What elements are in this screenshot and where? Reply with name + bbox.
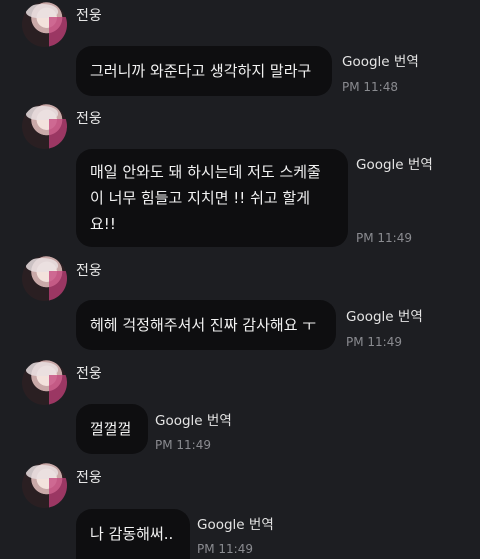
sender-name: 전웅 bbox=[76, 366, 102, 382]
avatar[interactable] bbox=[22, 360, 67, 405]
google-translate-link[interactable]: Google 번역 bbox=[197, 513, 274, 533]
message-bubble[interactable]: 헤헤 걱정해주셔서 진짜 감사해요 ㅜ bbox=[76, 300, 336, 350]
message-bubble[interactable]: 나 감동해써.. bbox=[76, 509, 190, 559]
avatar[interactable] bbox=[22, 256, 67, 301]
message-time: PM 11:49 bbox=[155, 438, 211, 452]
google-translate-link[interactable]: Google 번역 bbox=[356, 153, 433, 173]
sender-name: 전웅 bbox=[76, 470, 102, 486]
google-translate-link[interactable]: Google 번역 bbox=[342, 50, 419, 70]
message-time: PM 11:49 bbox=[356, 231, 412, 245]
message-time: PM 11:48 bbox=[342, 80, 398, 94]
sender-name: 전웅 bbox=[76, 8, 102, 24]
sender-name: 전웅 bbox=[76, 263, 102, 279]
message-bubble[interactable]: 껄껄껄 bbox=[76, 404, 148, 454]
message-time: PM 11:49 bbox=[346, 335, 402, 349]
message-bubble[interactable]: 매일 안와도 돼 하시는데 저도 스케줄이 너무 힘들고 지치면 !! 쉬고 할… bbox=[76, 149, 348, 247]
google-translate-link[interactable]: Google 번역 bbox=[346, 305, 423, 325]
google-translate-link[interactable]: Google 번역 bbox=[155, 409, 232, 429]
avatar[interactable] bbox=[22, 104, 67, 149]
message-time: PM 11:49 bbox=[197, 542, 253, 556]
avatar[interactable] bbox=[22, 2, 67, 47]
message-bubble[interactable]: 그러니까 와준다고 생각하지 말라구 bbox=[76, 46, 332, 96]
sender-name: 전웅 bbox=[76, 111, 102, 127]
avatar[interactable] bbox=[22, 463, 67, 508]
